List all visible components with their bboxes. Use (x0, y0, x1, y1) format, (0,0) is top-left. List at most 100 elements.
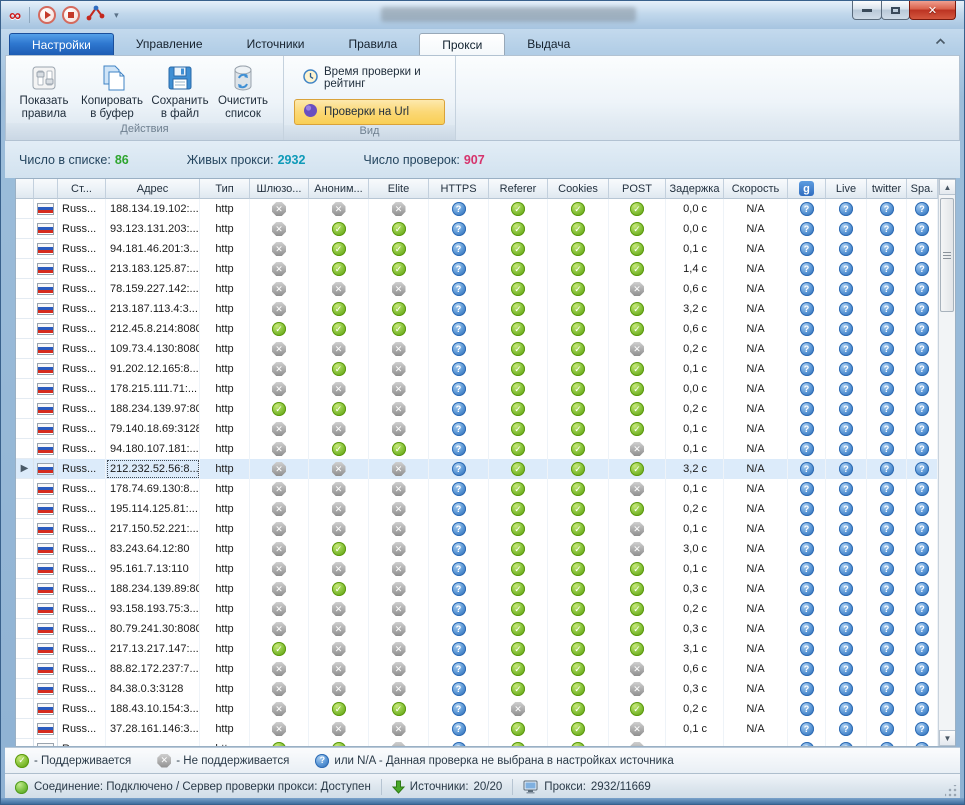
graph-tool-button[interactable] (86, 4, 106, 27)
tab-sources[interactable]: Источники (225, 33, 327, 55)
cell-referer: ✓ (489, 519, 548, 539)
table-row[interactable]: ▶Russ...212.232.52.56:8...http✕✕✕?✓✓✓3,2… (16, 459, 938, 479)
copy-to-clipboard-button[interactable]: Копировать в буфер (78, 58, 146, 123)
cell-gateway: ✕ (250, 459, 309, 479)
table-row[interactable]: Russ...http✓✓✕?✓✓✕???? (16, 739, 938, 747)
start-button[interactable] (38, 6, 56, 24)
tab-rules[interactable]: Правила (327, 33, 420, 55)
cell-twitter: ? (867, 619, 907, 639)
cell-spam: ? (907, 679, 938, 699)
table-row[interactable]: Russ...80.79.241.30:8080http✕✕✕?✓✓✓0,3 с… (16, 619, 938, 639)
table-row[interactable]: Russ...212.45.8.214:8080http✓✓✓?✓✓✓0,6 с… (16, 319, 938, 339)
maximize-button[interactable] (881, 1, 910, 20)
scrollbar-thumb[interactable] (940, 198, 954, 312)
cell-referer: ✓ (489, 199, 548, 219)
column-header-flag[interactable] (34, 179, 58, 199)
proxies-value: 2932/11669 (591, 781, 651, 793)
cell-gateway: ✕ (250, 719, 309, 739)
column-header-elite[interactable]: Elite (369, 179, 429, 199)
cell-live: ? (826, 259, 867, 279)
tab-management[interactable]: Управление (114, 33, 225, 55)
column-header-spam[interactable]: Spa. (907, 179, 938, 199)
table-row[interactable]: Russ...93.158.193.75:3...http✕✕✕?✓✓✓0,2 … (16, 599, 938, 619)
table-row[interactable]: Russ...188.234.139.89:80http✕✓✕?✓✓✓0,3 с… (16, 579, 938, 599)
table-row[interactable]: Russ...94.180.107.181:...http✕✓✓?✓✓✕0,1 … (16, 439, 938, 459)
cell-flag (34, 619, 58, 639)
minimize-button[interactable] (852, 1, 882, 20)
column-header-speed[interactable]: Скорость (724, 179, 788, 199)
table-row[interactable]: Russ...178.215.111.71:...http✕✕✕?✓✓✓0,0 … (16, 379, 938, 399)
cell-type: http (200, 539, 250, 559)
column-header-address[interactable]: Адрес (106, 179, 200, 199)
table-row[interactable]: Russ...79.140.18.69:3128http✕✕✕?✓✓✓0,1 с… (16, 419, 938, 439)
qat-dropdown-icon[interactable]: ▾ (114, 10, 119, 21)
stop-button[interactable] (62, 6, 80, 24)
column-header-https[interactable]: HTTPS (429, 179, 489, 199)
clear-list-button[interactable]: Очистить список (214, 58, 272, 123)
table-row[interactable]: Russ...213.187.113.4:3...http✕✓✓?✓✓✓3,2 … (16, 299, 938, 319)
column-header-anonymity[interactable]: Аноним... (309, 179, 369, 199)
tab-output[interactable]: Выдача (505, 33, 592, 55)
column-header-live[interactable]: Live (826, 179, 867, 199)
column-header-country[interactable]: Ст... (58, 179, 106, 199)
vertical-scrollbar[interactable]: ▲ ▼ (938, 179, 955, 746)
status-check-icon: ✓ (332, 402, 346, 416)
cell-row-indicator (16, 579, 34, 599)
cell-row-indicator (16, 699, 34, 719)
status-check-icon: ✓ (630, 362, 644, 376)
table-row[interactable]: Russ...195.114.125.81:...http✕✕✕?✓✓✓0,2 … (16, 499, 938, 519)
table-row[interactable]: Russ...217.13.217.147:...http✓✕✕?✓✓✓3,1 … (16, 639, 938, 659)
scroll-up-button[interactable]: ▲ (939, 179, 956, 195)
ribbon-collapse-icon[interactable] (935, 32, 946, 50)
column-header-row-indicator[interactable] (16, 179, 34, 199)
scroll-down-button[interactable]: ▼ (939, 730, 956, 746)
table-row[interactable]: Russ...93.123.131.203:...http✕✓✓?✓✓✓0,0 … (16, 219, 938, 239)
table-row[interactable]: Russ...188.134.19.102:...http✕✕✕?✓✓✓0,0 … (16, 199, 938, 219)
table-row[interactable]: Russ...37.28.161.146:3...http✕✕✕?✓✓✕0,1 … (16, 719, 938, 739)
table-row[interactable]: Russ...83.243.64.12:80http✕✓✕?✓✓✕3,0 сN/… (16, 539, 938, 559)
tab-proxy[interactable]: Прокси (419, 33, 505, 55)
url-checks-toggle[interactable]: Проверки на Url (294, 99, 445, 125)
table-row[interactable]: Russ...84.38.0.3:3128http✕✕✕?✓✓✕0,3 сN/A… (16, 679, 938, 699)
column-header-google[interactable]: g (788, 179, 826, 199)
stat-value: 2932 (278, 153, 306, 167)
show-rules-button[interactable]: Показать правила (10, 58, 78, 123)
table-row[interactable]: Russ...78.159.227.142:...http✕✕✕?✓✓✕0,6 … (16, 279, 938, 299)
tab-settings[interactable]: Настройки (9, 33, 114, 55)
column-header-type[interactable]: Тип (200, 179, 250, 199)
column-header-referer[interactable]: Referer (489, 179, 548, 199)
column-header-gateway[interactable]: Шлюзо... (250, 179, 309, 199)
cell-speed: N/A (724, 639, 788, 659)
save-to-file-button[interactable]: Сохранить в файл (146, 58, 214, 123)
table-row[interactable]: Russ...91.202.12.165:8...http✕✓✕?✓✓✓0,1 … (16, 359, 938, 379)
table-row[interactable]: Russ...88.82.172.237:7...http✕✕✕?✓✓✕0,6 … (16, 659, 938, 679)
table-row[interactable]: Russ...95.161.7.13:110http✕✕✕?✓✓✓0,1 сN/… (16, 559, 938, 579)
table-row[interactable]: Russ...109.73.4.130:8080http✕✕✕?✓✓✕0,2 с… (16, 339, 938, 359)
cell-post: ✓ (609, 639, 666, 659)
table-row[interactable]: Russ...213.183.125.87:...http✕✓✓?✓✓✓1,4 … (16, 259, 938, 279)
cell-cookies: ✓ (548, 399, 609, 419)
column-header-delay[interactable]: Задержка (666, 179, 724, 199)
cell-referer: ✓ (489, 619, 548, 639)
table-row[interactable]: Russ...94.181.46.201:3...http✕✓✓?✓✓✓0,1 … (16, 239, 938, 259)
column-header-twitter[interactable]: twitter (867, 179, 907, 199)
check-time-rating-toggle[interactable]: Время проверки и рейтинг (294, 62, 445, 94)
status-x-icon: ✕ (272, 382, 286, 396)
cell-spam: ? (907, 659, 938, 679)
cell-delay: 0,6 с (666, 659, 724, 679)
table-row[interactable]: Russ...188.43.10.154:3...http✕✓✓?✕✓✓0,2 … (16, 699, 938, 719)
table-row[interactable]: Russ...217.150.52.221:...http✕✕✕?✓✓✕0,1 … (16, 519, 938, 539)
clear-list-icon (227, 61, 259, 95)
column-header-cookies[interactable]: Cookies (548, 179, 609, 199)
status-question-icon: ? (839, 282, 853, 296)
cell-country: Russ... (58, 719, 106, 739)
cell-speed: N/A (724, 699, 788, 719)
resize-grip[interactable] (945, 785, 957, 797)
cell-https: ? (429, 679, 489, 699)
table-row[interactable]: Russ...188.234.139.97:80http✓✓✕?✓✓✓0,2 с… (16, 399, 938, 419)
table-row[interactable]: Russ...178.74.69.130:8...http✕✕✕?✓✓✕0,1 … (16, 479, 938, 499)
column-header-post[interactable]: POST (609, 179, 666, 199)
cell-twitter: ? (867, 519, 907, 539)
close-button[interactable]: ✕ (909, 1, 956, 20)
cell-address: 84.38.0.3:3128 (106, 679, 200, 699)
